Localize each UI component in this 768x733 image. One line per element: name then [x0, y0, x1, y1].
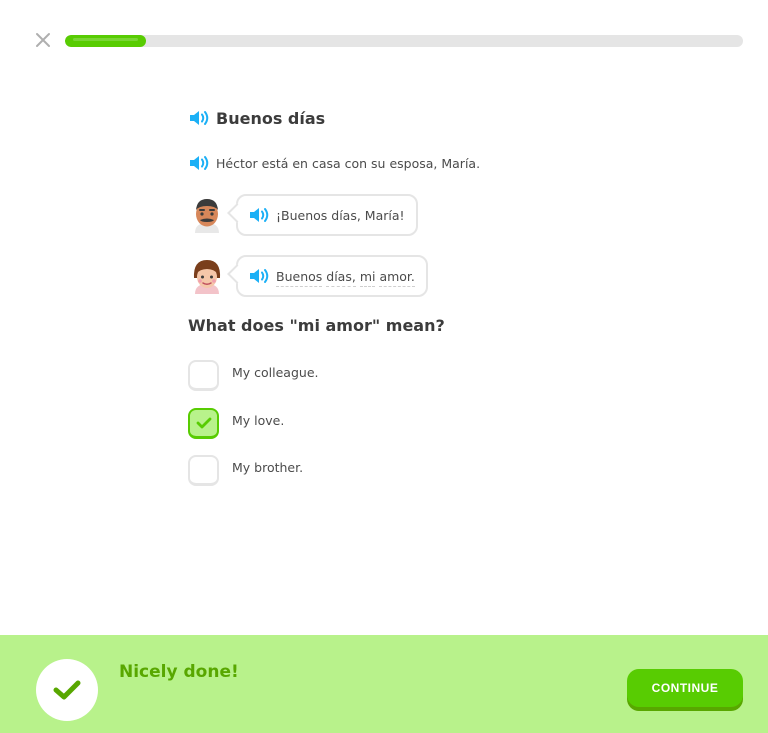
hint-word[interactable]: días, — [326, 268, 356, 287]
feedback-message: Nicely done! — [119, 662, 239, 682]
dialogue-text: ¡Buenos días, María! — [276, 207, 405, 223]
checkmark-icon — [53, 680, 81, 700]
progress-fill — [65, 35, 147, 47]
speech-bubble: ¡Buenos días, María! — [236, 194, 418, 236]
speaker-icon[interactable] — [248, 266, 270, 286]
narration-text: Héctor está en casa con su esposa, María… — [216, 155, 481, 171]
speaker-icon[interactable] — [188, 153, 210, 173]
close-icon — [36, 33, 50, 47]
hint-word[interactable]: mi — [359, 268, 376, 287]
answer-checkbox[interactable] — [188, 455, 219, 486]
checkmark-icon — [196, 417, 211, 429]
progress-bar — [65, 35, 743, 47]
question-prompt: What does "mi amor" mean? — [188, 316, 445, 335]
answer-label: My love. — [232, 413, 285, 428]
man-avatar-icon — [195, 199, 219, 233]
hint-word[interactable]: Buenos — [276, 268, 323, 287]
answer-option-love[interactable]: My love. — [188, 408, 284, 439]
hint-word[interactable]: amor. — [379, 268, 415, 287]
answer-checkbox[interactable] — [188, 360, 219, 391]
answer-option-colleague[interactable]: My colleague. — [188, 360, 319, 391]
speech-bubble: Buenos días, mi amor. — [236, 255, 428, 297]
feedback-footer: Nicely done! CONTINUE — [0, 635, 768, 733]
dialogue-text: Buenos días, mi amor. — [276, 268, 415, 287]
speaker-icon[interactable] — [188, 108, 210, 128]
answer-label: My colleague. — [232, 365, 319, 380]
success-badge — [36, 659, 98, 721]
woman-avatar-icon — [193, 260, 221, 294]
dialogue-line: ¡Buenos días, María! — [190, 194, 418, 236]
dialogue-line: Buenos días, mi amor. — [190, 255, 428, 297]
answer-checkbox-selected[interactable] — [188, 408, 219, 439]
close-button[interactable] — [34, 31, 52, 49]
continue-button[interactable]: CONTINUE — [627, 669, 743, 707]
answer-label: My brother. — [232, 460, 304, 475]
story-title: Buenos días — [188, 108, 325, 128]
speaker-icon[interactable] — [248, 205, 270, 225]
narration-line: Héctor está en casa con su esposa, María… — [188, 153, 480, 173]
answer-option-brother[interactable]: My brother. — [188, 455, 303, 486]
story-title-text: Buenos días — [216, 108, 326, 128]
